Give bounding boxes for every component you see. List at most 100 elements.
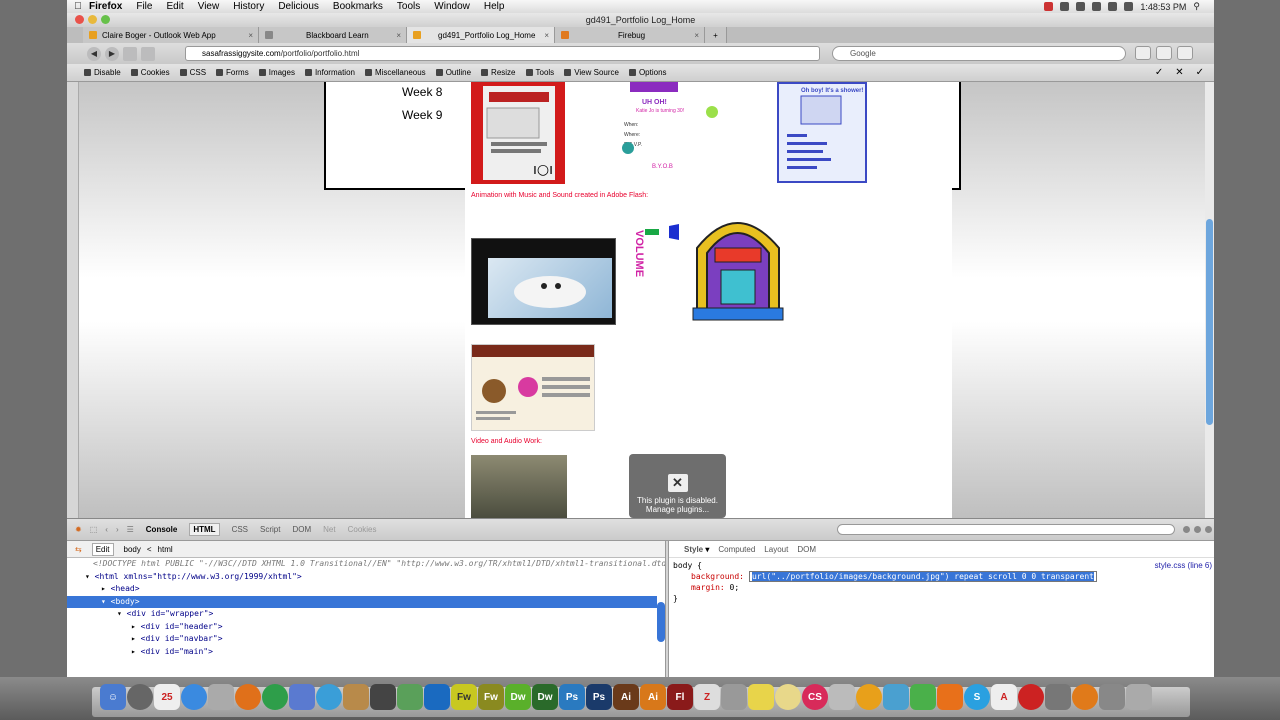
jukebox-image[interactable] (687, 208, 790, 325)
navbar-node[interactable]: ▸ <div id="navbar"> (67, 633, 665, 646)
manage-plugins-link[interactable]: Manage plugins... (629, 505, 726, 514)
iphoto-icon[interactable] (343, 684, 369, 710)
information-menu[interactable]: Information (304, 68, 355, 77)
video-thumbnail[interactable] (471, 455, 567, 518)
tab-computed[interactable]: Computed (718, 545, 755, 554)
tab-dom-side[interactable]: DOM (797, 545, 816, 554)
filezilla-icon[interactable]: Z (694, 684, 720, 710)
app-icon[interactable] (883, 684, 909, 710)
view-source-menu[interactable]: View Source (564, 68, 619, 77)
new-tab-button[interactable]: + (705, 27, 727, 43)
miscellaneous-menu[interactable]: Miscellaneous (364, 68, 426, 77)
photoshop-icon[interactable]: Ps (559, 684, 585, 710)
menu-bookmarks[interactable]: Bookmarks (333, 1, 383, 12)
close-tab-icon[interactable]: × (248, 31, 253, 40)
disabled-plugin-box[interactable]: ✕ This plugin is disabled. Manage plugin… (629, 454, 726, 518)
edit-button[interactable]: Edit (91, 542, 114, 556)
dreamweaver-icon[interactable]: Dw (505, 684, 531, 710)
options-menu[interactable]: Options (628, 68, 667, 77)
home-icon[interactable] (1135, 46, 1151, 60)
close-tab-icon[interactable]: × (544, 31, 549, 40)
search-input[interactable]: Google (832, 46, 1126, 61)
tab-html[interactable]: HTML (189, 523, 220, 536)
app-icon[interactable] (856, 684, 882, 710)
menu-help[interactable]: Help (484, 1, 505, 12)
fireworks-icon[interactable]: Fw (478, 684, 504, 710)
list-icon[interactable]: ☰ (127, 525, 134, 534)
body-node[interactable]: ▾ <body> (67, 595, 657, 608)
bookmark-icon[interactable] (123, 46, 137, 61)
back-icon[interactable]: ‹ (105, 525, 108, 534)
check-icon[interactable]: ✓ (1155, 67, 1163, 78)
stickies-icon[interactable] (748, 684, 774, 710)
menu-icon[interactable] (1156, 46, 1172, 60)
status-icon[interactable] (1044, 2, 1054, 11)
breadcrumb-body[interactable]: body (124, 545, 141, 554)
flash-animation-thumbnail[interactable] (471, 238, 616, 325)
photoshop-icon[interactable]: Ps (586, 684, 612, 710)
check-icon[interactable]: ✓ (1196, 67, 1204, 78)
css-property-margin[interactable]: margin: (673, 583, 725, 592)
shower-invite-thumbnail[interactable]: Oh boy! It's a shower! (777, 82, 867, 183)
toolbar-icon[interactable] (141, 46, 155, 61)
menu-edit[interactable]: Edit (166, 1, 183, 12)
app-icon[interactable] (829, 684, 855, 710)
trash-icon[interactable] (1126, 684, 1152, 710)
system-prefs-icon[interactable] (370, 684, 396, 710)
birthday-invite-thumbnail[interactable]: UH OH! Katie Jo is turning 30! When: Whe… (622, 82, 718, 182)
tab-blackboard[interactable]: Blackboard Learn × (259, 27, 407, 43)
illustrator-icon[interactable]: Ai (640, 684, 666, 710)
finder-icon[interactable]: ☺ (100, 684, 126, 710)
apple-icon[interactable]:  (67, 1, 89, 12)
status-icon[interactable] (1060, 2, 1070, 11)
tab-console[interactable]: Console (146, 525, 178, 534)
acrobat-icon[interactable]: A (991, 684, 1017, 710)
firebug-search-input[interactable] (837, 524, 1175, 535)
itunes-icon[interactable] (316, 684, 342, 710)
addon-icon[interactable] (1177, 46, 1193, 60)
speaker-icon[interactable] (645, 224, 685, 240)
app-icon[interactable] (424, 684, 450, 710)
skype-icon[interactable]: S (964, 684, 990, 710)
header-node[interactable]: ▸ <div id="header"> (67, 621, 665, 634)
close-icon[interactable] (1205, 526, 1212, 533)
css-value-editor[interactable]: url("../portfolio/images/background.jpg"… (748, 571, 1097, 582)
menu-view[interactable]: View (198, 1, 220, 12)
close-icon[interactable]: ✕ (1175, 67, 1183, 78)
outline-menu[interactable]: Outline (435, 68, 471, 77)
volume-icon[interactable] (1108, 2, 1118, 11)
week-9-link[interactable]: Week 9 (402, 108, 442, 122)
app-icon[interactable] (937, 684, 963, 710)
css-menu[interactable]: CSS (179, 68, 206, 77)
tab-portfolio[interactable]: gd491_Portfolio Log_Home × (407, 27, 555, 43)
battery-icon[interactable] (1124, 2, 1134, 11)
resize-menu[interactable]: Resize (481, 68, 516, 77)
css-selector[interactable]: body { (673, 560, 1214, 571)
wifi-icon[interactable] (1092, 2, 1102, 11)
app-menu[interactable]: Firefox (89, 1, 122, 12)
tab-outlook[interactable]: Claire Boger - Outlook Web App × (83, 27, 259, 43)
html-pane-scrollbar[interactable] (657, 602, 665, 642)
breadcrumb-html[interactable]: html (158, 545, 173, 554)
app-icon[interactable] (721, 684, 747, 710)
tab-cookies[interactable]: Cookies (348, 525, 377, 534)
ichat-icon[interactable] (181, 684, 207, 710)
status-icon[interactable] (1076, 2, 1086, 11)
minimize-icon[interactable] (1183, 526, 1190, 533)
firebug-icon[interactable]: ✹ (75, 525, 82, 534)
minimize-window-icon[interactable] (88, 15, 97, 24)
tab-script[interactable]: Script (260, 525, 280, 534)
tab-layout[interactable]: Layout (764, 545, 788, 554)
css-value-margin[interactable]: 0; (730, 583, 740, 592)
url-bar[interactable]: sasafrassiggysite.com/portfolio/portfoli… (185, 46, 820, 61)
close-window-icon[interactable] (75, 15, 84, 24)
creative-suite-icon[interactable]: CS (802, 684, 828, 710)
app-icon[interactable] (775, 684, 801, 710)
menu-history[interactable]: History (233, 1, 264, 12)
illustrator-icon[interactable]: Ai (613, 684, 639, 710)
app-icon[interactable] (397, 684, 423, 710)
app-icon[interactable] (910, 684, 936, 710)
grid-icon[interactable] (208, 684, 234, 710)
zoom-window-icon[interactable] (101, 15, 110, 24)
week-8-link[interactable]: Week 8 (402, 85, 442, 99)
